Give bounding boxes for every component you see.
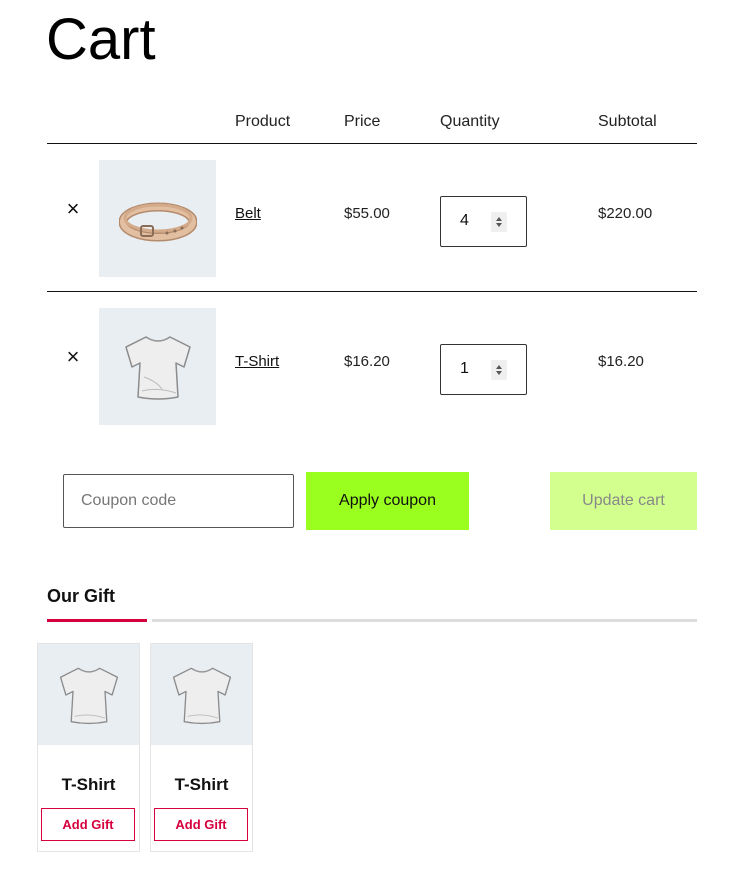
table-row: × Belt $55.00 4 $220.00 [47,144,697,292]
tshirt-image [172,667,231,724]
quantity-stepper[interactable] [491,212,507,232]
remove-item-button[interactable]: × [63,346,83,368]
belt-image [118,202,197,241]
gift-tab-indicator [47,619,147,622]
table-row: × T-Shirt $16.20 1 $16.20 [47,292,697,440]
chevron-up-icon[interactable] [496,217,502,221]
page-title: Cart [46,7,156,72]
gift-section-title: Our Gift [47,586,115,606]
quantity-input[interactable]: 4 [440,196,527,247]
remove-item-button[interactable]: × [63,198,83,220]
product-subtotal: $16.20 [598,353,644,370]
gift-thumbnail [38,644,139,745]
add-gift-button[interactable]: Add Gift [41,808,135,841]
chevron-down-icon[interactable] [496,371,502,375]
product-thumbnail[interactable] [99,160,216,277]
gift-name: T-Shirt [61,775,116,794]
tshirt-image [59,667,118,724]
column-header-quantity: Quantity [440,113,500,130]
column-header-product: Product [235,113,291,130]
column-header-subtotal: Subtotal [598,113,657,130]
quantity-value: 1 [460,360,469,377]
chevron-up-icon[interactable] [496,365,502,369]
gift-card: T-Shirt Add Gift [150,643,253,852]
chevron-down-icon[interactable] [496,223,502,227]
coupon-code-input[interactable] [63,474,294,528]
quantity-stepper[interactable] [491,360,507,380]
gift-thumbnail [151,644,252,745]
apply-coupon-button[interactable]: Apply coupon [306,472,469,530]
product-price: $16.20 [344,353,390,370]
product-thumbnail[interactable] [99,308,216,425]
update-cart-button[interactable]: Update cart [550,472,697,530]
gift-card: T-Shirt Add Gift [37,643,140,852]
quantity-value: 4 [460,212,469,229]
product-subtotal: $220.00 [598,205,653,222]
product-price: $55.00 [344,205,390,222]
gift-name: T-Shirt [174,775,229,794]
quantity-input[interactable]: 1 [440,344,527,395]
column-header-price: Price [344,113,381,130]
tshirt-image [124,335,191,400]
add-gift-button[interactable]: Add Gift [154,808,248,841]
product-link-tshirt[interactable]: T-Shirt [235,353,279,370]
product-link-belt[interactable]: Belt [235,205,261,222]
cart-page: Cart Product Price Quantity Subtotal × B… [0,0,754,881]
gift-section-divider [152,619,697,622]
